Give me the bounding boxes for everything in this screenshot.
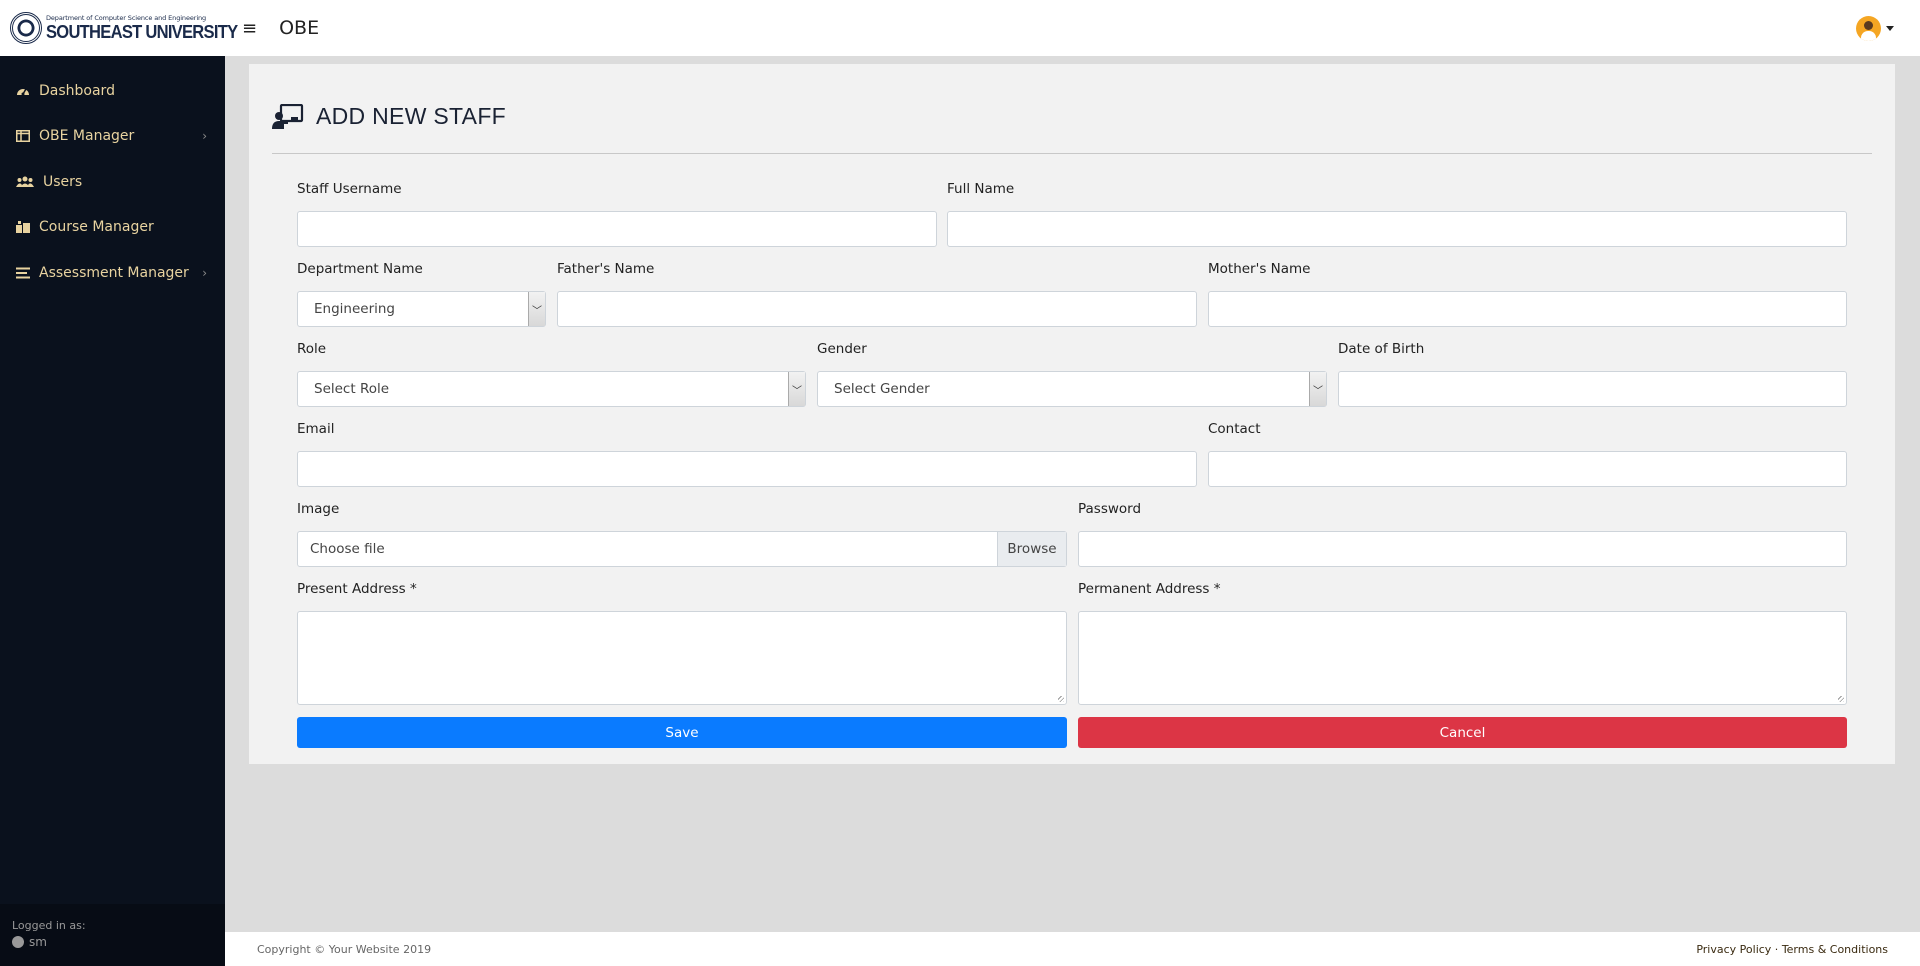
- dob-group: Date of Birth: [1338, 341, 1847, 407]
- sidebar-item-dashboard[interactable]: Dashboard: [0, 68, 225, 114]
- chevron-down-icon: ﹀: [788, 372, 805, 406]
- browse-button[interactable]: Browse: [997, 532, 1066, 566]
- card-header: ADD NEW STAFF: [272, 103, 506, 130]
- sidebar-item-assessment-manager[interactable]: Assessment Manager ›: [0, 250, 225, 296]
- staff-username-label: Staff Username: [297, 181, 402, 197]
- page-title: ADD NEW STAFF: [316, 103, 507, 129]
- footer-separator: ·: [1771, 942, 1782, 956]
- brand-subtitle: Department of Computer Science and Engin…: [46, 13, 207, 22]
- sidebar-item-label: Users: [43, 173, 83, 190]
- privacy-policy-link[interactable]: Privacy Policy: [1696, 943, 1771, 956]
- password-group: Password: [1078, 501, 1847, 567]
- copyright-text: Copyright © Your Website 2019: [257, 942, 432, 956]
- sidebar-item-label: Dashboard: [39, 82, 115, 99]
- email-group: Email: [297, 421, 1197, 487]
- fathers-name-input[interactable]: [557, 291, 1197, 327]
- full-name-input[interactable]: [947, 211, 1847, 247]
- chevron-down-icon: ﹀: [1309, 372, 1326, 406]
- chevron-right-icon: ›: [202, 129, 207, 144]
- role-label: Role: [297, 341, 327, 357]
- role-select[interactable]: Select Role ﹀: [297, 371, 806, 407]
- chalkboard-teacher-icon: [272, 103, 304, 130]
- add-staff-card: ADD NEW STAFF Staff Username Full Name D…: [249, 64, 1895, 764]
- header-divider: [272, 153, 1872, 154]
- gender-selected-value: Select Gender: [834, 381, 930, 397]
- staff-username-input[interactable]: [297, 211, 937, 247]
- role-selected-value: Select Role: [314, 381, 390, 397]
- tachometer-icon: [16, 85, 30, 97]
- permanent-address-textarea[interactable]: [1078, 611, 1847, 705]
- image-group: Image Choose file Browse: [297, 501, 1067, 567]
- page-footer: Copyright © Your Website 2019 Privacy Po…: [225, 932, 1920, 966]
- sidebar: Dashboard OBE Manager › Users Course Man…: [0, 56, 225, 966]
- present-address-label: Present Address *: [297, 581, 417, 597]
- hamburger-menu-icon[interactable]: ≡: [242, 18, 257, 39]
- contact-input[interactable]: [1208, 451, 1847, 487]
- chevron-down-icon: ﹀: [528, 292, 545, 326]
- file-placeholder: Choose file: [310, 541, 385, 557]
- caret-down-icon: [1886, 26, 1894, 31]
- mothers-name-group: Mother's Name: [1208, 261, 1847, 327]
- gender-group: Gender Select Gender ﹀: [817, 341, 1327, 407]
- user-menu-button[interactable]: [1856, 16, 1894, 41]
- dob-input[interactable]: [1338, 371, 1847, 407]
- department-select[interactable]: Engineering ﹀: [297, 291, 546, 327]
- contact-group: Contact: [1208, 421, 1847, 487]
- avatar: [1856, 16, 1881, 41]
- sidebar-item-users[interactable]: Users: [0, 159, 225, 205]
- users-icon: [16, 176, 34, 188]
- gender-label: Gender: [817, 341, 867, 357]
- mothers-name-input[interactable]: [1208, 291, 1847, 327]
- app-title: OBE: [279, 17, 320, 39]
- mothers-name-label: Mother's Name: [1208, 261, 1311, 277]
- password-input[interactable]: [1078, 531, 1847, 567]
- sidebar-item-course-manager[interactable]: Course Manager: [0, 205, 225, 251]
- columns-icon: [16, 130, 30, 143]
- role-group: Role Select Role ﹀: [297, 341, 806, 407]
- full-name-label: Full Name: [947, 181, 1015, 197]
- email-label: Email: [297, 421, 335, 437]
- dob-label: Date of Birth: [1338, 341, 1425, 357]
- top-navbar: Department of Computer Science and Engin…: [0, 0, 1920, 56]
- briefcase-icon: [16, 221, 30, 234]
- fathers-name-label: Father's Name: [557, 261, 655, 277]
- list-icon: [16, 267, 30, 279]
- full-name-group: Full Name: [947, 181, 1847, 247]
- permanent-address-group: Permanent Address *: [1078, 581, 1847, 705]
- sidebar-item-obe-manager[interactable]: OBE Manager ›: [0, 114, 225, 160]
- image-file-input[interactable]: Choose file Browse: [297, 531, 1067, 567]
- chevron-right-icon: ›: [202, 265, 207, 280]
- terms-link[interactable]: Terms & Conditions: [1782, 943, 1888, 956]
- department-label: Department Name: [297, 261, 423, 277]
- cancel-button[interactable]: Cancel: [1078, 717, 1847, 748]
- gender-select[interactable]: Select Gender ﹀: [817, 371, 1327, 407]
- fathers-name-group: Father's Name: [557, 261, 1197, 327]
- permanent-address-label: Permanent Address *: [1078, 581, 1221, 597]
- logged-in-label: Logged in as:: [12, 919, 86, 932]
- brand-name: SOUTHEAST UNIVERSITY: [46, 22, 238, 43]
- logged-in-panel: Logged in as: sm: [0, 904, 225, 966]
- sidebar-item-label: OBE Manager: [39, 128, 135, 145]
- contact-label: Contact: [1208, 421, 1261, 437]
- staff-username-group: Staff Username: [297, 181, 937, 247]
- department-selected-value: Engineering: [314, 301, 395, 317]
- sidebar-item-label: Course Manager: [39, 219, 154, 236]
- brand-logo[interactable]: Department of Computer Science and Engin…: [10, 12, 238, 44]
- email-input[interactable]: [297, 451, 1197, 487]
- save-button[interactable]: Save: [297, 717, 1067, 748]
- sidebar-item-label: Assessment Manager: [39, 264, 189, 281]
- university-seal-icon: [10, 12, 42, 44]
- image-label: Image: [297, 501, 340, 517]
- user-circle-icon: [12, 936, 24, 948]
- logged-in-username: sm: [29, 935, 47, 949]
- password-label: Password: [1078, 501, 1142, 517]
- department-group: Department Name Engineering ﹀: [297, 261, 546, 327]
- present-address-textarea[interactable]: [297, 611, 1067, 705]
- present-address-group: Present Address *: [297, 581, 1067, 705]
